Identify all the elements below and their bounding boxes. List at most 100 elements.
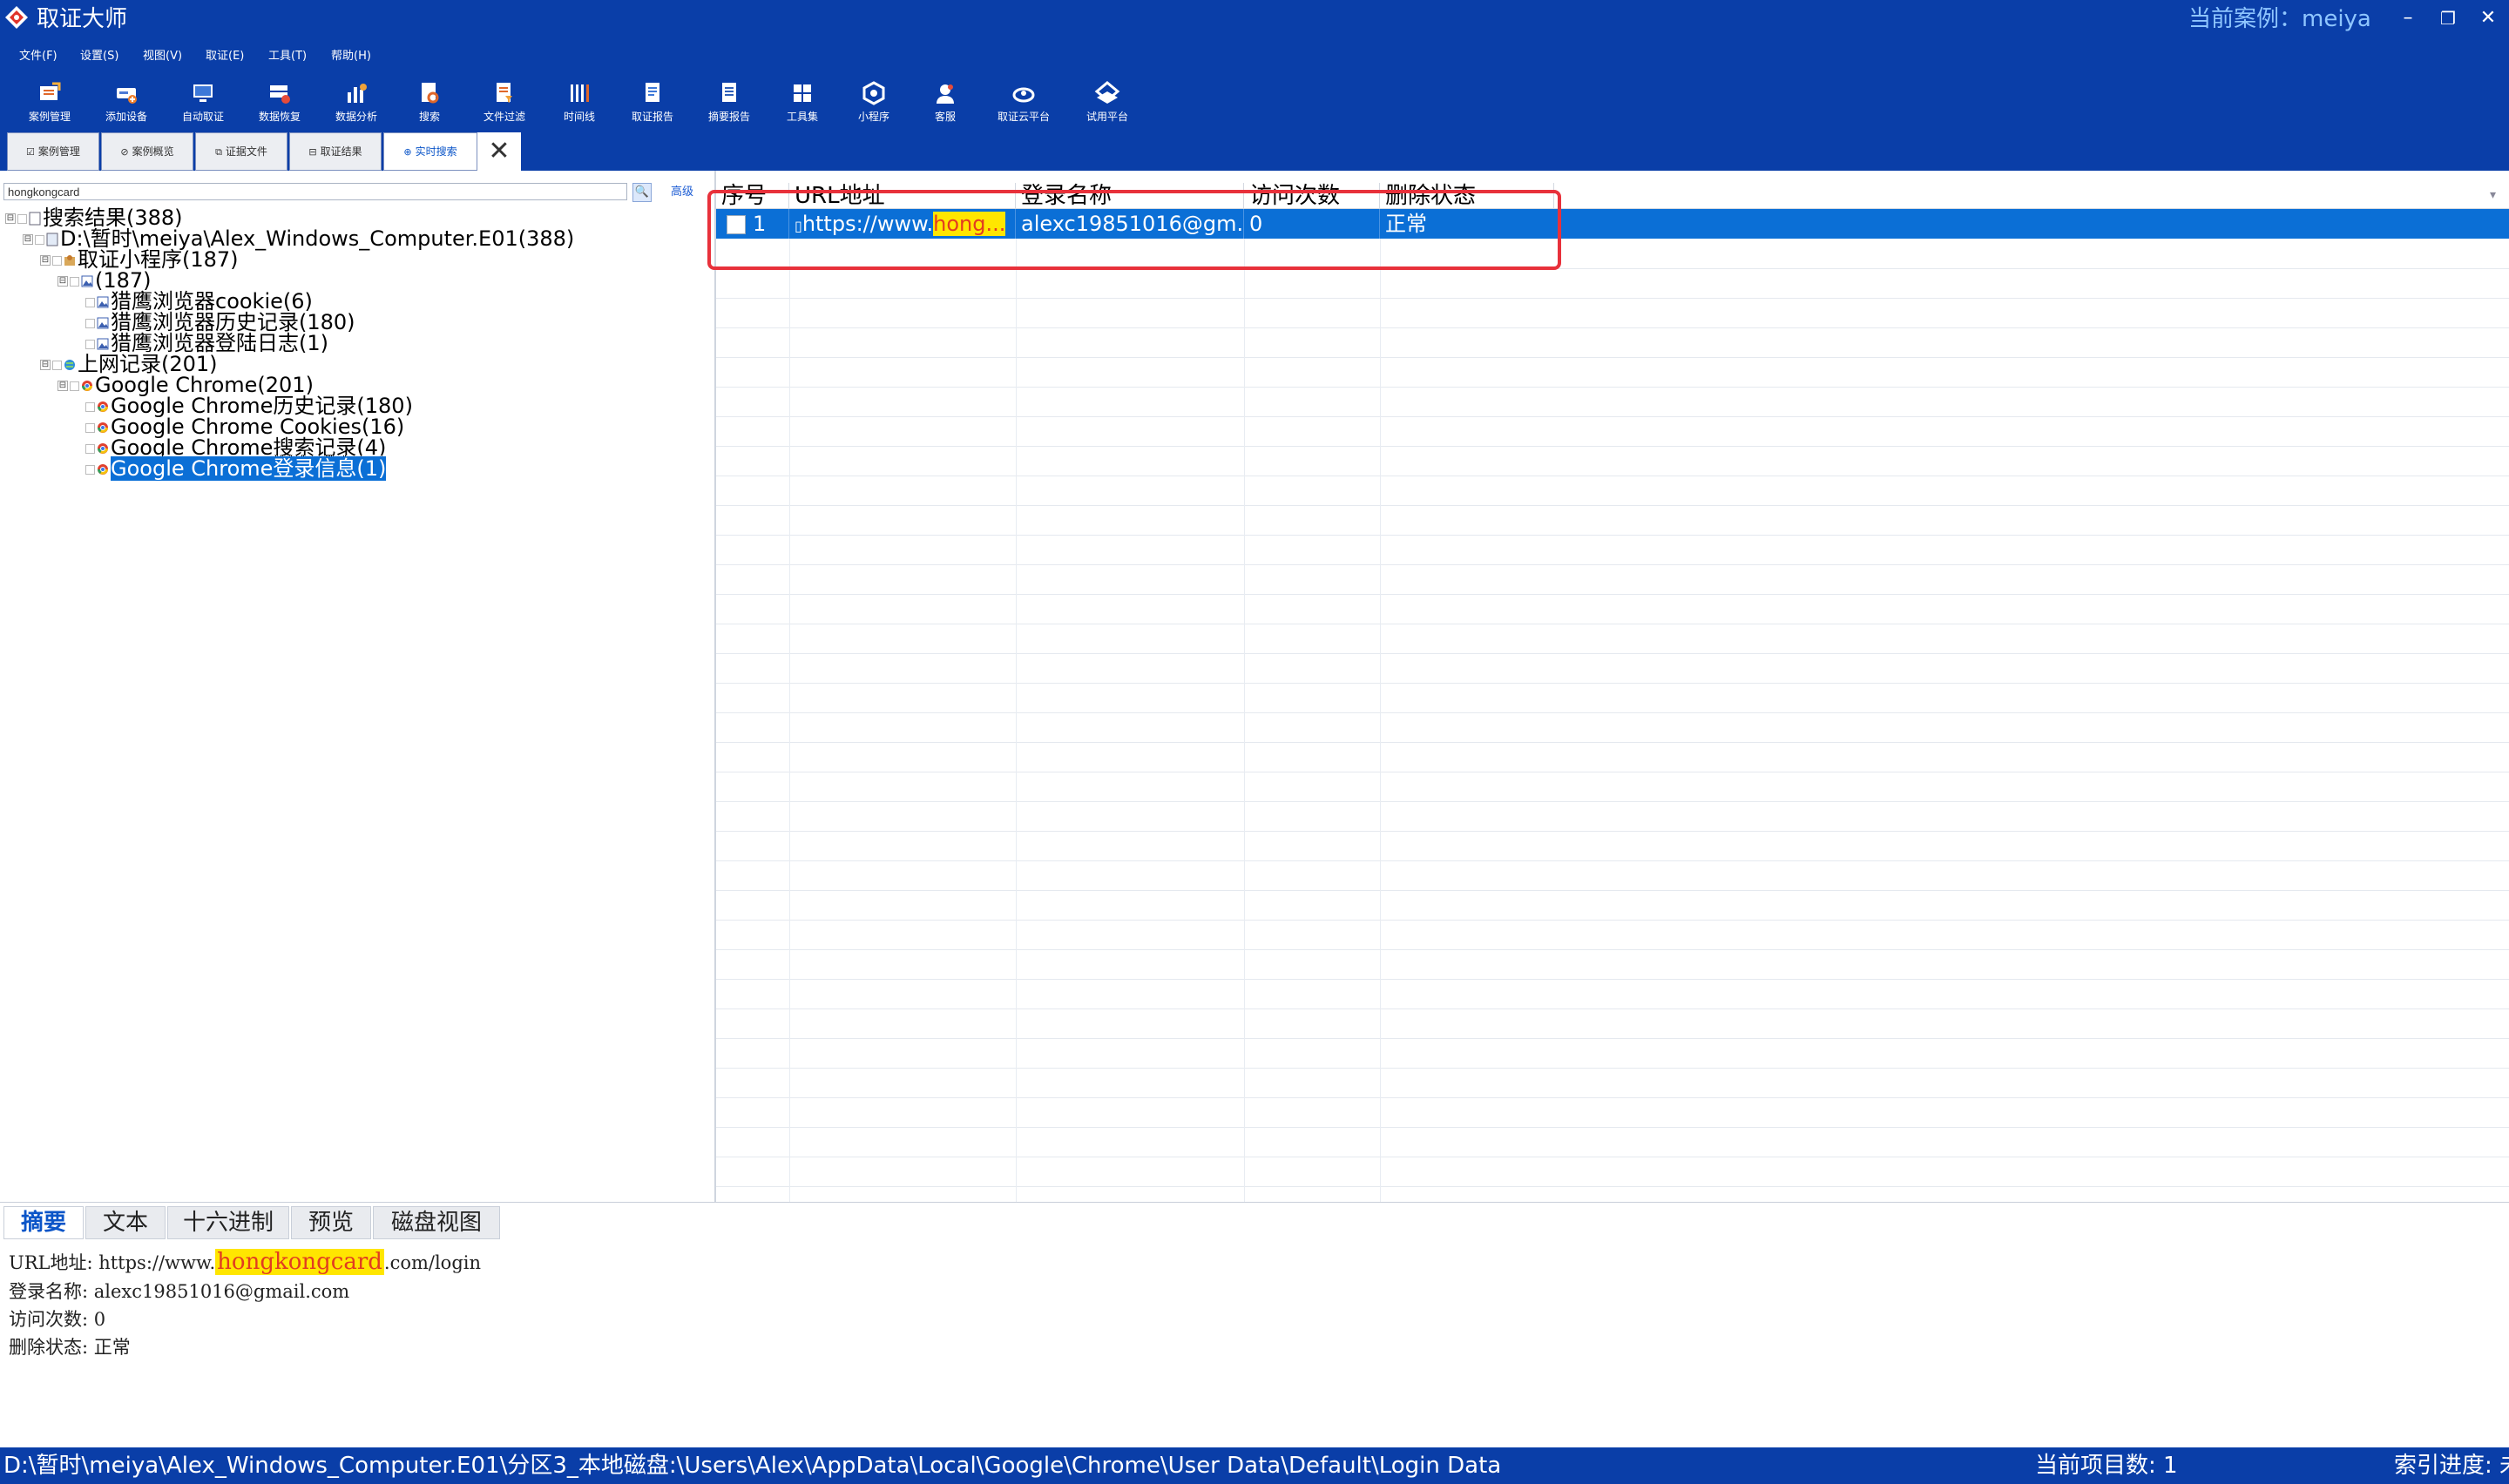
toolbar-applet[interactable]: 小程序 <box>835 80 913 129</box>
data-recovery-icon <box>270 85 290 104</box>
tab-summary[interactable]: 摘要 <box>3 1206 84 1239</box>
tree-toggle-icon[interactable]: ⊟ <box>57 276 68 287</box>
toolbar-case-manage[interactable]: 案例管理 <box>10 80 89 129</box>
document-icon <box>29 212 41 226</box>
grid-row-line <box>716 357 2509 358</box>
chrome-icon <box>98 401 108 412</box>
picture-icon <box>81 275 93 287</box>
tree-checkbox[interactable] <box>85 443 95 454</box>
toolbar-data-analysis[interactable]: 数据分析 <box>317 80 396 129</box>
tab-preview[interactable]: 预览 <box>291 1206 371 1239</box>
tree-node-google-chrome[interactable]: ⊟ Google Chrome(201) <box>57 374 314 395</box>
tab-realtime-search[interactable]: ⊕ 实时搜索 <box>383 132 477 171</box>
tree-node-falcon-login-log[interactable]: 猎鹰浏览器登陆日志(1) <box>85 333 328 354</box>
tree-node-chrome-search[interactable]: Google Chrome搜索记录(4) <box>85 437 386 458</box>
tab-forensic-results[interactable]: ⊟ 取证结果 <box>289 132 382 171</box>
tree-node-chrome-login[interactable]: Google Chrome登录信息(1) <box>85 455 388 482</box>
tree-toggle-icon[interactable]: ⊟ <box>57 381 68 391</box>
close-button[interactable]: ✕ <box>2471 3 2506 33</box>
tree-toggle-icon[interactable]: ⊟ <box>40 360 51 370</box>
tab-icon: ⊘ <box>120 146 129 158</box>
tab-icon: ⊟ <box>308 146 317 158</box>
grid-row-line <box>716 298 2509 299</box>
timeline-icon <box>571 84 589 102</box>
tree-checkbox[interactable] <box>70 381 79 391</box>
tab-case-manage[interactable]: ☑ 案例管理 <box>7 132 99 171</box>
tree-checkbox[interactable] <box>85 318 95 328</box>
tree-checkbox[interactable] <box>52 255 62 266</box>
toolbar-data-recovery[interactable]: 数据恢复 <box>240 80 319 129</box>
minimize-button[interactable]: – <box>2391 3 2425 33</box>
menu-help[interactable]: 帮助(H) <box>331 49 371 64</box>
tree-checkbox[interactable] <box>85 401 95 412</box>
tree-node-falcon-cookie[interactable]: 猎鹰浏览器cookie(6) <box>85 291 313 312</box>
tree-checkbox[interactable] <box>35 234 44 245</box>
results-grid: 序号 URL地址 登录名称 访问次数 删除状态 ▾ 1 ▯https://www… <box>716 171 2509 1202</box>
toolbar-support[interactable]: 客服 <box>906 80 984 129</box>
grid-row-line <box>716 327 2509 328</box>
auto-forensic-icon <box>193 84 213 102</box>
tab-evidence-files[interactable]: ⧉ 证据文件 <box>195 132 287 171</box>
tree-node-web-records[interactable]: ⊟ 上网记录(201) <box>40 354 218 374</box>
tab-hex[interactable]: 十六进制 <box>167 1206 289 1239</box>
tree-node-forensic-applets[interactable]: ⊟ 取证小程序(187) <box>40 249 239 270</box>
picture-icon <box>97 317 109 329</box>
tree-checkbox[interactable] <box>85 464 95 475</box>
app-logo-icon <box>5 6 28 29</box>
tree-node-search-results[interactable]: ⊟ 搜索结果(388) <box>5 207 183 228</box>
tree-checkbox[interactable] <box>85 422 95 433</box>
chrome-icon <box>98 422 108 433</box>
grid-column-line <box>1016 239 1017 1202</box>
tab-text[interactable]: 文本 <box>85 1206 166 1239</box>
menu-view[interactable]: 视图(V) <box>143 49 182 64</box>
menu-forensics[interactable]: 取证(E) <box>206 49 244 64</box>
tree-checkbox[interactable] <box>85 297 95 307</box>
status-item-count: 当前项目数: 1 <box>2035 1453 2178 1479</box>
toolbar-summary-report[interactable]: 摘要报告 <box>690 80 768 129</box>
tree-checkbox[interactable] <box>70 276 79 287</box>
picture-icon <box>97 338 109 350</box>
tab-case-overview[interactable]: ⊘ 案例概览 <box>101 132 193 171</box>
tree-checkbox[interactable] <box>17 213 27 224</box>
search-button[interactable]: 🔍 <box>632 183 652 202</box>
toolbar-file-filter[interactable]: 文件过滤 <box>465 80 544 129</box>
advanced-search-link[interactable]: 高级 <box>671 185 693 200</box>
detail-url-line: URL地址: https://www.hongkongcard.com/logi… <box>9 1249 482 1275</box>
toolbar-trial-platform[interactable]: 试用平台 <box>1068 80 1146 129</box>
tree-node-chrome-history[interactable]: Google Chrome历史记录(180) <box>85 395 413 416</box>
toolbar-auto-forensic[interactable]: 自动取证 <box>164 80 242 129</box>
tree-node-falcon-browser[interactable]: ⊟ (187) <box>57 270 152 291</box>
tree-toggle-icon[interactable]: ⊟ <box>23 234 33 245</box>
toolbar-timeline[interactable]: 时间线 <box>540 80 619 129</box>
tree-node-falcon-history[interactable]: 猎鹰浏览器历史记录(180) <box>85 312 355 333</box>
toolbar-cloud-platform[interactable]: 取证云平台 <box>984 80 1063 129</box>
tree-toggle-icon[interactable]: ⊟ <box>5 213 16 224</box>
grid-row-line <box>716 564 2509 565</box>
search-doc-icon <box>422 83 439 104</box>
tree-checkbox[interactable] <box>85 339 95 349</box>
restore-button[interactable]: ❐ <box>2431 3 2465 33</box>
tree-node-evidence-image[interactable]: ⊟ D:\暂时\meiya\Alex_Windows_Computer.E01(3… <box>23 228 574 249</box>
toolbar-search[interactable]: 搜索 <box>390 80 469 129</box>
menu-settings[interactable]: 设置(S) <box>80 49 118 64</box>
tree-node-chrome-cookies[interactable]: Google Chrome Cookies(16) <box>85 416 404 437</box>
globe-icon <box>64 360 75 370</box>
tab-disk-view[interactable]: 磁盘视图 <box>373 1206 500 1239</box>
data-analysis-icon <box>348 84 367 103</box>
toolbar-add-device[interactable]: 添加设备 <box>87 80 166 129</box>
search-input[interactable] <box>3 183 627 200</box>
grid-row-line <box>716 505 2509 506</box>
grid-row-line <box>716 653 2509 654</box>
tree-checkbox[interactable] <box>52 360 62 370</box>
grid-row-line <box>716 801 2509 802</box>
tree-toggle-icon[interactable]: ⊟ <box>40 255 51 266</box>
column-chooser-icon[interactable]: ▾ <box>2490 188 2496 202</box>
toolbar-forensic-report[interactable]: 取证报告 <box>613 80 692 129</box>
close-tab-icon[interactable]: ✕ <box>477 132 521 171</box>
status-index-progress: 索引进度: 未 <box>2394 1453 2509 1479</box>
toolbar-toolset[interactable]: 工具集 <box>763 80 842 129</box>
chrome-icon <box>82 381 92 391</box>
menu-file[interactable]: 文件(F) <box>19 49 57 64</box>
menu-tools[interactable]: 工具(T) <box>268 49 307 64</box>
chrome-icon <box>98 443 108 454</box>
